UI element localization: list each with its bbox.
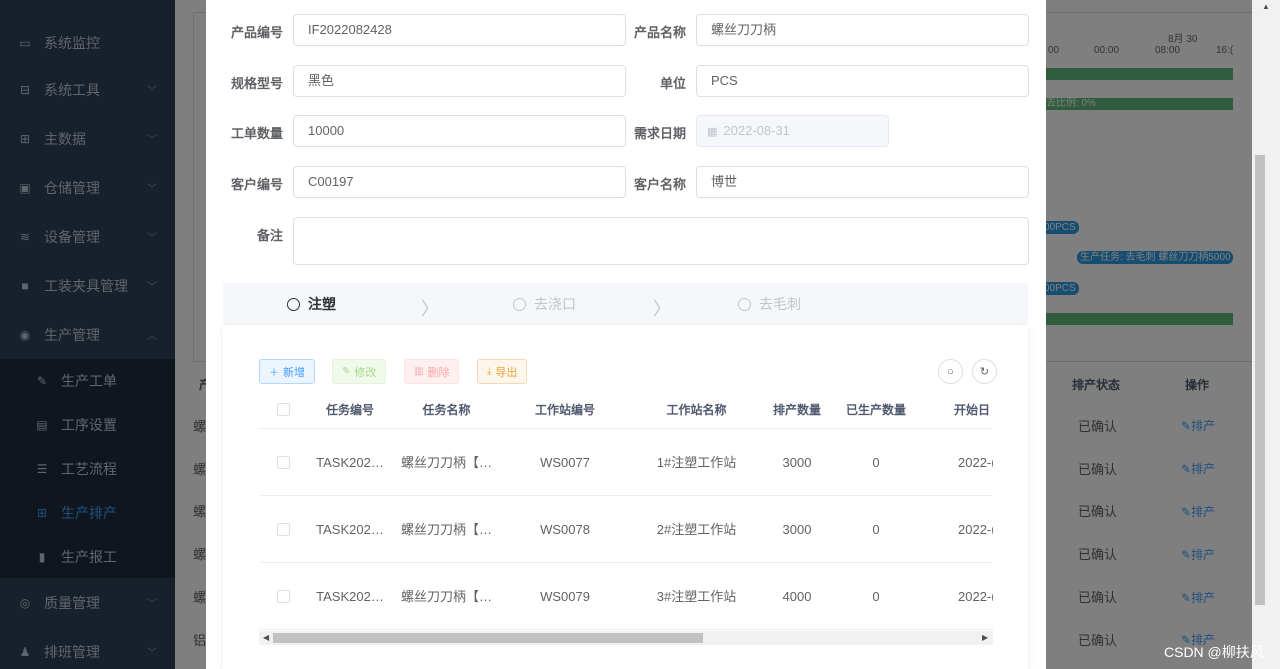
required-date-picker[interactable]: ▦ 2022-08-31 — [696, 115, 889, 147]
produced-cell: 0 — [872, 455, 880, 470]
step-label: 注塑 — [308, 296, 336, 312]
quantity-label: 工单数量 — [230, 126, 283, 141]
product-code-field[interactable]: IF2022082428 — [293, 14, 626, 46]
produced-cell: 0 — [872, 522, 880, 537]
step-circle-icon — [738, 297, 751, 311]
produced-cell: 0 — [872, 589, 880, 604]
column-header-ws-code: 工作站编号 — [534, 403, 595, 417]
export-button-label: 导出 — [495, 366, 518, 379]
add-button-label: 新增 — [283, 366, 305, 379]
select-all-checkbox[interactable] — [277, 403, 290, 416]
ws-code-cell: WS0079 — [540, 589, 590, 604]
qty-cell: 3000 — [782, 522, 812, 537]
table-horizontal-scrollbar[interactable]: ◀ ▶ — [259, 631, 993, 645]
column-header-ws-name: 工作站名称 — [666, 403, 727, 417]
client-code-value: C00197 — [308, 174, 354, 189]
edit-icon: ✎ — [342, 366, 351, 377]
client-name-field[interactable]: 博世 — [696, 166, 1029, 198]
plus-icon: ＋ — [269, 368, 279, 379]
step-deburr[interactable]: 去毛刺 — [738, 283, 801, 325]
quantity-value: 10000 — [308, 123, 345, 138]
product-code-value: IF2022082428 — [308, 22, 392, 37]
task-table: 任务编号 任务名称 工作站编号 工作站名称 排产数量 已生产数量 开始日 TAS… — [259, 394, 993, 631]
column-header-produced: 已生产数量 — [845, 403, 906, 417]
column-header-task-code: 任务编号 — [325, 403, 374, 417]
watermark: CSDN @柳扶风 — [1164, 644, 1264, 660]
step-circle-icon — [287, 297, 300, 311]
chevron-right-icon: 〉 — [653, 299, 671, 319]
download-icon: ⤓ — [487, 366, 492, 377]
required-date-value: 2022-08-31 — [723, 123, 790, 138]
ws-code-cell: WS0077 — [540, 455, 590, 470]
step-circle-icon — [513, 297, 526, 311]
search-icon: ○ — [947, 365, 954, 378]
edit-button-label: 修改 — [354, 366, 377, 379]
export-button[interactable]: ⤓ 导出 — [477, 359, 528, 384]
step-injection[interactable]: 注塑 — [287, 283, 336, 325]
start-cell: 2022-( — [958, 455, 993, 470]
table-row[interactable]: TASK202… 螺丝刀刀柄【… WS0078 2#注塑工作站 3000 0 2… — [259, 496, 993, 563]
step-degate[interactable]: 去浇口 — [513, 283, 576, 325]
required-date-label: 需求日期 — [633, 126, 686, 141]
client-code-field[interactable]: C00197 — [293, 166, 626, 198]
remark-textarea[interactable] — [293, 217, 1029, 265]
product-name-label: 产品名称 — [633, 25, 686, 40]
search-toggle-button[interactable]: ○ — [938, 359, 963, 384]
scroll-left-icon[interactable]: ◀ — [263, 631, 269, 645]
scrollbar-thumb[interactable] — [1255, 155, 1265, 605]
scrollbar-thumb[interactable] — [273, 633, 703, 643]
client-code-label: 客户编号 — [230, 177, 283, 192]
ws-name-cell: 1#注塑工作站 — [656, 455, 737, 470]
row-checkbox[interactable] — [277, 456, 290, 469]
row-checkbox[interactable] — [277, 523, 290, 536]
start-cell: 2022-( — [958, 522, 993, 537]
ws-name-cell: 2#注塑工作站 — [656, 522, 737, 537]
scroll-up-icon[interactable]: ▲ — [1262, 2, 1270, 11]
qty-cell: 3000 — [782, 455, 812, 470]
ws-code-cell: WS0078 — [540, 522, 590, 537]
calendar-icon: ▦ — [707, 126, 718, 138]
spec-value: 黑色 — [308, 73, 335, 88]
column-header-task-name: 任务名称 — [422, 403, 471, 417]
edit-button[interactable]: ✎ 修改 — [332, 359, 387, 384]
product-name-field[interactable]: 螺丝刀刀柄 — [696, 14, 1029, 46]
column-header-qty: 排产数量 — [772, 403, 821, 417]
trash-icon: ▥ — [414, 366, 424, 377]
client-name-label: 客户名称 — [633, 177, 686, 192]
client-name-value: 博世 — [711, 174, 738, 189]
spec-label: 规格型号 — [230, 76, 283, 91]
add-button[interactable]: ＋ 新增 — [259, 359, 315, 384]
process-steps: 注塑 〉 去浇口 〉 去毛刺 — [223, 283, 1028, 325]
scroll-right-icon[interactable]: ▶ — [982, 631, 988, 645]
row-checkbox[interactable] — [277, 590, 290, 603]
quantity-field[interactable]: 10000 — [293, 115, 626, 147]
unit-field[interactable]: PCS — [696, 65, 1029, 97]
product-code-label: 产品编号 — [230, 25, 283, 40]
remark-label: 备注 — [256, 228, 283, 243]
task-code-cell: TASK202… — [316, 455, 384, 470]
table-row[interactable]: TASK202… 螺丝刀刀柄【… WS0077 1#注塑工作站 3000 0 2… — [259, 429, 993, 496]
start-cell: 2022-( — [958, 589, 993, 604]
task-name-cell: 螺丝刀刀柄【… — [400, 522, 492, 537]
task-code-cell: TASK202… — [316, 522, 384, 537]
unit-value: PCS — [711, 73, 738, 88]
delete-button-label: 删除 — [427, 366, 450, 379]
step-label: 去毛刺 — [759, 296, 801, 312]
ws-name-cell: 3#注塑工作站 — [656, 589, 737, 604]
unit-label: 单位 — [659, 76, 686, 91]
task-name-cell: 螺丝刀刀柄【… — [400, 589, 492, 604]
task-code-cell: TASK202… — [316, 589, 384, 604]
chevron-right-icon: 〉 — [421, 299, 439, 319]
page-scrollbar[interactable]: ▲ — [1252, 0, 1280, 669]
delete-button[interactable]: ▥ 删除 — [404, 359, 460, 384]
refresh-button[interactable]: ↻ — [972, 359, 997, 384]
step-label: 去浇口 — [534, 296, 576, 312]
product-name-value: 螺丝刀刀柄 — [711, 22, 777, 37]
task-name-cell: 螺丝刀刀柄【… — [400, 455, 492, 470]
table-row[interactable]: TASK202… 螺丝刀刀柄【… WS0079 3#注塑工作站 4000 0 2… — [259, 563, 993, 630]
refresh-icon: ↻ — [979, 366, 990, 378]
spec-field[interactable]: 黑色 — [293, 65, 626, 97]
qty-cell: 4000 — [782, 589, 812, 604]
column-header-start: 开始日 — [954, 403, 991, 417]
